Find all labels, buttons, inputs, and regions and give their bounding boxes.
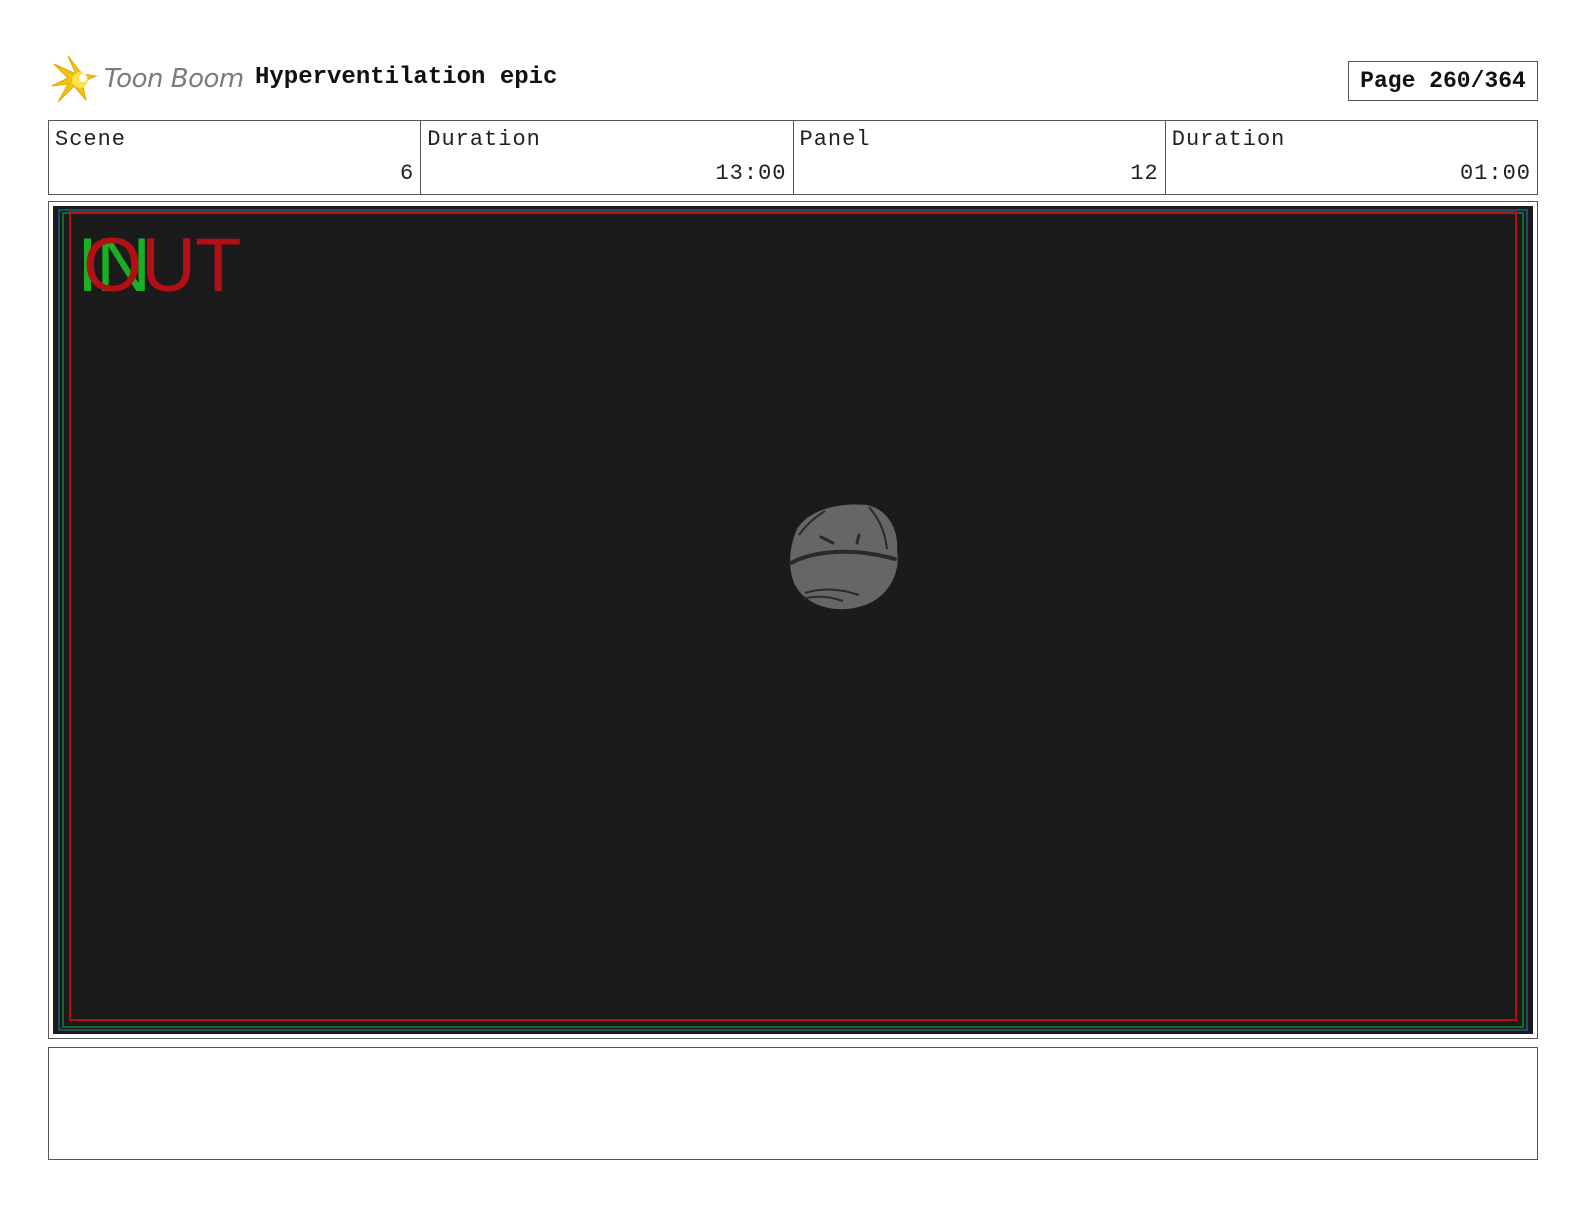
panel-notes-box [48, 1047, 1538, 1160]
out-marker: OUT [83, 223, 241, 308]
scene-info-table: Scene 6 Duration 13:00 Panel 12 Duration… [48, 120, 1538, 195]
project-title: Hyperventilation epic [255, 64, 558, 91]
panel-cell: Panel 12 [794, 121, 1166, 194]
panel-label: Panel [799, 127, 871, 152]
scene-value: 6 [400, 161, 415, 186]
scene-label: Scene [55, 127, 127, 152]
panel-image-frame: IN OUT [48, 201, 1538, 1039]
scene-duration-label: Duration [427, 127, 541, 152]
toon-boom-logo: Toon Boom [50, 54, 244, 108]
scene-duration-value: 13:00 [715, 161, 787, 186]
scene-duration-cell: Duration 13:00 [421, 121, 794, 194]
camera-frame-safe-area [69, 211, 1517, 1021]
page-number: Page 260/364 [1348, 61, 1538, 101]
panel-value: 12 [1130, 161, 1159, 186]
panel-duration-cell: Duration 01:00 [1166, 121, 1537, 194]
panel-canvas: IN OUT [53, 206, 1533, 1034]
logo-text: Toon Boom [104, 64, 244, 94]
head-eye-right [855, 533, 861, 545]
character-head-drawing [789, 504, 898, 610]
toon-boom-star-icon [51, 55, 98, 103]
panel-duration-value: 01:00 [1459, 161, 1531, 186]
scene-cell: Scene 6 [49, 121, 422, 194]
panel-duration-label: Duration [1171, 127, 1286, 152]
